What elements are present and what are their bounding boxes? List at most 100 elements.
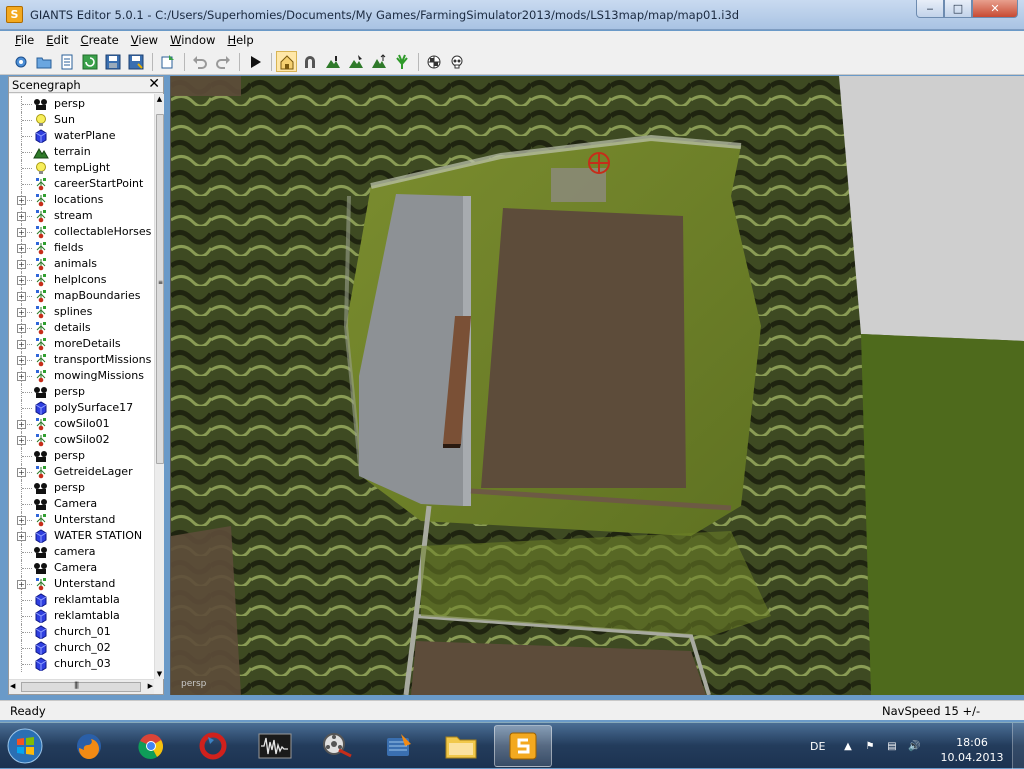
save-icon[interactable] xyxy=(102,51,123,72)
expand-toggle-icon[interactable]: + xyxy=(17,276,26,285)
3d-viewport[interactable]: persp xyxy=(170,76,1024,695)
expand-toggle-icon[interactable]: + xyxy=(17,228,26,237)
expand-toggle-icon[interactable]: + xyxy=(17,516,26,525)
scenegraph-node[interactable]: + splines xyxy=(9,304,154,320)
scenegraph-node[interactable]: + WATER STATION xyxy=(9,528,154,544)
scenegraph-node[interactable]: church_03 xyxy=(9,656,154,672)
scenegraph-node[interactable]: church_01 xyxy=(9,624,154,640)
expand-toggle-icon[interactable]: + xyxy=(17,196,26,205)
taskbar-chrome[interactable] xyxy=(122,725,180,767)
scenegraph-node[interactable]: + collectableHorses xyxy=(9,224,154,240)
menu-window[interactable]: Window xyxy=(165,32,220,48)
menu-view[interactable]: View xyxy=(126,32,163,48)
home-icon[interactable] xyxy=(276,51,297,72)
terrain-height-icon[interactable] xyxy=(368,51,389,72)
scenegraph-node[interactable]: Camera xyxy=(9,560,154,576)
taskbar-video-player[interactable] xyxy=(308,725,366,767)
scroll-up-icon[interactable]: ▲ xyxy=(155,95,164,103)
menu-file[interactable]: File xyxy=(10,32,39,48)
scenegraph-node[interactable]: camera xyxy=(9,544,154,560)
taskbar-giants-editor[interactable] xyxy=(494,725,552,767)
menu-create[interactable]: Create xyxy=(76,32,124,48)
scenegraph-node[interactable]: tempLight xyxy=(9,160,154,176)
taskbar-audio-editor[interactable] xyxy=(246,725,304,767)
keyboard-language-indicator[interactable]: DE xyxy=(810,740,825,753)
menu-edit[interactable]: Edit xyxy=(41,32,73,48)
scenegraph-node[interactable]: + mowingMissions xyxy=(9,368,154,384)
scenegraph-vertical-scrollbar[interactable]: ▲ ≡ ▼ xyxy=(154,94,164,679)
play-icon[interactable] xyxy=(244,51,265,72)
scenegraph-node[interactable]: careerStartPoint xyxy=(9,176,154,192)
taskbar-clock[interactable]: 18:06 10.04.2013 xyxy=(940,735,1004,765)
terrain-paint-icon[interactable] xyxy=(345,51,366,72)
scenegraph-horizontal-thumb[interactable]: ||| xyxy=(21,681,141,692)
scenegraph-vertical-thumb[interactable]: ≡ xyxy=(156,114,164,464)
scenegraph-node[interactable]: polySurface17 xyxy=(9,400,154,416)
expand-toggle-icon[interactable]: + xyxy=(17,292,26,301)
close-button[interactable]: ✕ xyxy=(972,0,1018,18)
start-button[interactable] xyxy=(2,725,48,767)
scenegraph-node[interactable]: Camera xyxy=(9,496,154,512)
scenegraph-node[interactable]: terrain xyxy=(9,144,154,160)
scenegraph-node[interactable]: persp xyxy=(9,384,154,400)
scenegraph-node[interactable]: persp xyxy=(9,480,154,496)
taskbar-archive-tool[interactable] xyxy=(370,725,428,767)
expand-toggle-icon[interactable]: + xyxy=(17,580,26,589)
scenegraph-node[interactable]: + transportMissions xyxy=(9,352,154,368)
scenegraph-node[interactable]: waterPlane xyxy=(9,128,154,144)
scenegraph-node[interactable]: + mapBoundaries xyxy=(9,288,154,304)
scenegraph-node[interactable]: reklamtabla xyxy=(9,608,154,624)
expand-toggle-icon[interactable]: + xyxy=(17,532,26,541)
expand-toggle-icon[interactable]: + xyxy=(17,260,26,269)
scenegraph-node[interactable]: persp xyxy=(9,448,154,464)
expand-toggle-icon[interactable]: + xyxy=(17,468,26,477)
maximize-button[interactable]: □ xyxy=(944,0,972,18)
scenegraph-node[interactable]: + helpIcons xyxy=(9,272,154,288)
scenegraph-close-button[interactable]: ✕ xyxy=(148,76,160,92)
expand-toggle-icon[interactable]: + xyxy=(17,340,26,349)
scenegraph-node[interactable]: reklamtabla xyxy=(9,592,154,608)
expand-toggle-icon[interactable]: + xyxy=(17,372,26,381)
scenegraph-tree[interactable]: persp Sun waterPlane terrain tempLight career… xyxy=(9,94,154,679)
menu-help[interactable]: Help xyxy=(222,32,258,48)
scroll-left-icon[interactable]: ◀ xyxy=(10,682,15,690)
title-bar[interactable]: S GIANTS Editor 5.0.1 - C:/Users/Superho… xyxy=(0,0,1024,30)
scenegraph-node[interactable]: + Unterstand xyxy=(9,576,154,592)
expand-toggle-icon[interactable]: + xyxy=(17,308,26,317)
scenegraph-node[interactable]: + cowSilo01 xyxy=(9,416,154,432)
expand-toggle-icon[interactable]: + xyxy=(17,244,26,253)
minimize-button[interactable]: ‒ xyxy=(916,0,944,18)
scenegraph-node[interactable]: + GetreideLager xyxy=(9,464,154,480)
refresh-icon[interactable] xyxy=(79,51,100,72)
undo-icon[interactable] xyxy=(189,51,210,72)
expand-toggle-icon[interactable]: + xyxy=(17,212,26,221)
terrain-sculpt-icon[interactable] xyxy=(322,51,343,72)
scroll-right-icon[interactable]: ▶ xyxy=(148,682,153,690)
foliage-paint-icon[interactable] xyxy=(391,51,412,72)
scroll-down-icon[interactable]: ▼ xyxy=(155,670,164,678)
open-icon[interactable] xyxy=(33,51,54,72)
scenegraph-node[interactable]: + moreDetails xyxy=(9,336,154,352)
expand-toggle-icon[interactable]: + xyxy=(17,420,26,429)
show-desktop-button[interactable] xyxy=(1012,723,1024,769)
scenegraph-node[interactable]: Sun xyxy=(9,112,154,128)
save-as-icon[interactable] xyxy=(125,51,146,72)
scenegraph-node[interactable]: persp xyxy=(9,96,154,112)
scenegraph-node[interactable]: + animals xyxy=(9,256,154,272)
volume-icon[interactable]: 🔊 xyxy=(908,741,920,753)
expand-toggle-icon[interactable]: + xyxy=(17,356,26,365)
redo-icon[interactable] xyxy=(212,51,233,72)
expand-toggle-icon[interactable]: + xyxy=(17,324,26,333)
scenegraph-horizontal-scrollbar[interactable]: ◀ ||| ▶ xyxy=(9,679,154,694)
taskbar-opera[interactable] xyxy=(184,725,242,767)
scenegraph-node[interactable]: + Unterstand xyxy=(9,512,154,528)
magnet-icon[interactable] xyxy=(299,51,320,72)
new-scene-icon[interactable] xyxy=(10,51,31,72)
scenegraph-node[interactable]: + details xyxy=(9,320,154,336)
scenegraph-node[interactable]: + cowSilo02 xyxy=(9,432,154,448)
scenegraph-node[interactable]: + stream xyxy=(9,208,154,224)
taskbar-file-explorer[interactable] xyxy=(432,725,490,767)
scenegraph-node[interactable]: church_02 xyxy=(9,640,154,656)
document-icon[interactable] xyxy=(56,51,77,72)
tray-expand-icon[interactable]: ▲ xyxy=(842,741,854,753)
